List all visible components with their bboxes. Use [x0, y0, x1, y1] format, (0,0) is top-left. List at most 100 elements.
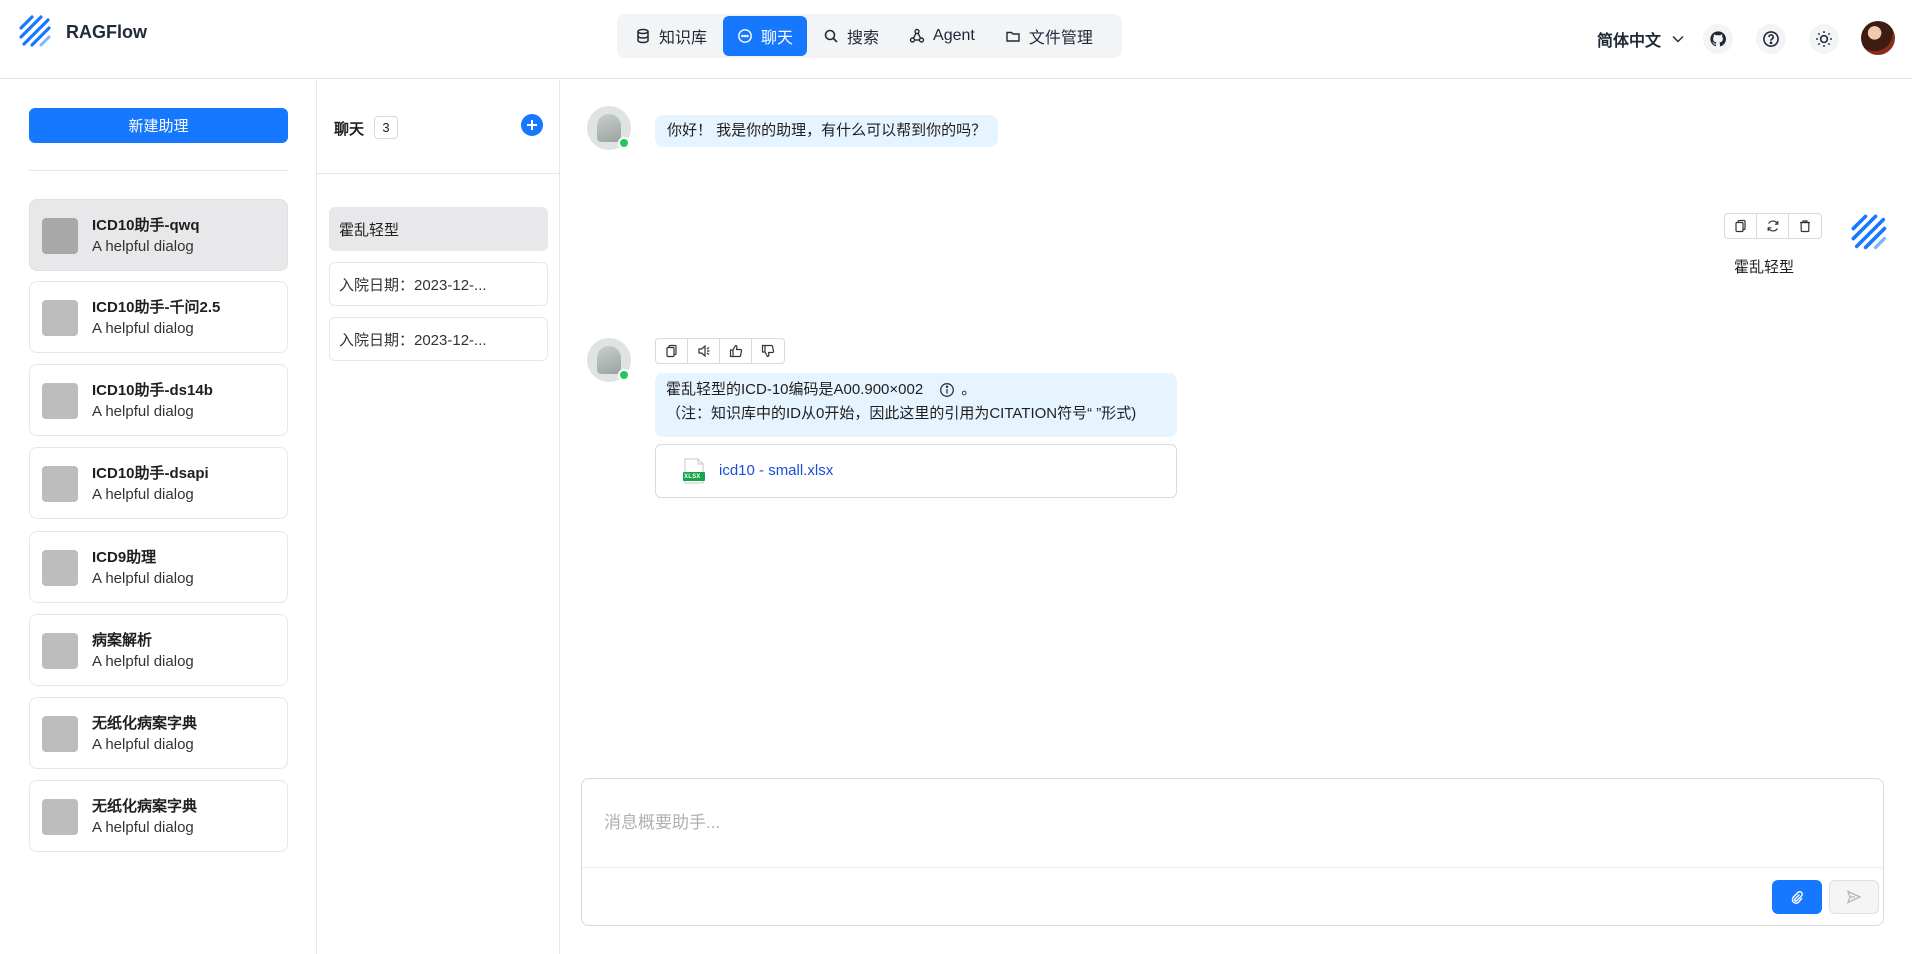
divider	[317, 173, 560, 174]
assistant-card[interactable]: ICD10助手-qwq A helpful dialog	[29, 199, 288, 271]
assistant-name: 无纸化病案字典	[92, 798, 198, 815]
nav-knowledge-base[interactable]: 知识库	[621, 16, 721, 56]
assistant-avatar	[42, 300, 78, 336]
assistant-name: ICD10助手-qwq	[92, 217, 200, 234]
assistant-desc: A helpful dialog	[92, 736, 194, 753]
user-avatar[interactable]	[1861, 21, 1895, 55]
conversation-item[interactable]: 入院日期：2023-12-...	[329, 317, 548, 361]
assistant-avatar	[42, 383, 78, 419]
github-icon	[1710, 31, 1726, 47]
reference-file-name[interactable]: icd10 - small.xlsx	[719, 462, 833, 479]
language-select[interactable]: 简体中文	[1597, 27, 1685, 51]
nav-label: 文件管理	[1028, 30, 1093, 47]
divider	[582, 867, 1883, 868]
message-actions	[1724, 213, 1822, 239]
add-conversation-button[interactable]	[521, 114, 543, 136]
answer-text: 霍乱轻型的ICD-10编码是A00.900×002	[666, 381, 924, 398]
assistant-message-bubble: 你好！ 我是你的助理，有什么可以帮到你的吗？	[655, 115, 999, 147]
chat-area: 你好！ 我是你的助理，有什么可以帮到你的吗？ 霍乱轻型 霍乱轻型的ICD-10编…	[561, 80, 1912, 954]
new-assistant-button[interactable]: 新建助理	[29, 108, 288, 143]
read-aloud-button[interactable]	[688, 339, 720, 363]
assistant-name: ICD9助理	[92, 549, 157, 566]
online-status-dot	[618, 369, 630, 381]
delete-button[interactable]	[1789, 214, 1821, 238]
answer-suffix: 。	[961, 381, 977, 398]
nav-chat[interactable]: 聊天	[723, 16, 808, 56]
file-type-label: XLSX	[684, 474, 701, 480]
nav-file-management[interactable]: 文件管理	[991, 16, 1107, 56]
nav-label: 知识库	[659, 30, 708, 47]
send-button[interactable]	[1829, 880, 1879, 914]
assistant-card[interactable]: 无纸化病案字典 A helpful dialog	[29, 780, 288, 852]
assistant-avatar	[42, 716, 78, 752]
conversation-item[interactable]: 入院日期：2023-12-...	[329, 262, 548, 306]
conversation-list-panel: 聊天 3 霍乱轻型 入院日期：2023-12-... 入院日期：2023-12-…	[317, 80, 560, 954]
excel-file-icon	[683, 458, 705, 484]
chat-bubble-icon	[738, 29, 752, 43]
nav-search[interactable]: 搜索	[809, 16, 893, 56]
user-logo-icon	[1851, 214, 1887, 250]
theme-toggle-button[interactable]	[1809, 24, 1839, 54]
info-citation-icon[interactable]	[939, 382, 955, 398]
help-button[interactable]	[1756, 24, 1786, 54]
conversation-count-badge: 3	[374, 116, 398, 139]
assistant-avatar	[42, 218, 78, 254]
top-header: RAGFlow 知识库 聊天 搜索 Agent 文件管理 简体中文	[0, 0, 1912, 79]
thumbs-down-icon	[761, 344, 775, 358]
brand-name: RAGFlow	[66, 22, 147, 42]
conversation-panel-title: 聊天	[334, 121, 365, 138]
reference-file-card[interactable]: XLSX icd10 - small.xlsx	[655, 444, 1177, 498]
trash-icon	[1800, 220, 1810, 233]
ragflow-logo-icon	[19, 15, 51, 47]
sun-icon	[1816, 31, 1832, 47]
answer-line-1: 霍乱轻型的ICD-10编码是A00.900×002 。	[666, 378, 1166, 402]
assistant-desc: A helpful dialog	[92, 403, 194, 420]
assistant-desc: A helpful dialog	[92, 486, 194, 503]
assistant-card[interactable]: 病案解析 A helpful dialog	[29, 614, 288, 686]
assistant-card[interactable]: ICD10助手-dsapi A helpful dialog	[29, 447, 288, 519]
paperclip-icon	[1791, 891, 1803, 904]
assistant-name: ICD10助手-ds14b	[92, 382, 213, 399]
plus-icon	[527, 120, 537, 130]
assistant-card[interactable]: ICD10助手-ds14b A helpful dialog	[29, 364, 288, 436]
user-message-text: 霍乱轻型	[1734, 259, 1795, 276]
agent-graph-icon	[909, 28, 925, 43]
main-nav: 知识库 聊天 搜索 Agent 文件管理	[617, 14, 1122, 58]
like-button[interactable]	[720, 339, 752, 363]
answer-note: （注：知识库中的ID从0开始，因此这里的引用为CITATION符号“ ”形式)	[666, 405, 1137, 422]
message-text: 你好！ 我是你的助理，有什么可以帮到你的吗？	[667, 122, 987, 139]
chevron-down-icon	[1672, 36, 1684, 43]
assistant-desc: A helpful dialog	[92, 320, 194, 337]
assistant-name: 无纸化病案字典	[92, 715, 198, 732]
copy-icon	[665, 344, 677, 358]
message-input[interactable]	[582, 779, 1883, 867]
assistant-sidebar: 新建助理 ICD10助手-qwq A helpful dialog ICD10助…	[0, 80, 317, 954]
assistant-desc: A helpful dialog	[92, 819, 194, 836]
assistant-avatar	[42, 799, 78, 835]
online-status-dot	[618, 137, 630, 149]
assistant-desc: A helpful dialog	[92, 653, 194, 670]
folder-icon	[1006, 31, 1020, 42]
conversation-item[interactable]: 霍乱轻型	[329, 207, 548, 251]
search-icon	[824, 29, 838, 43]
regenerate-button[interactable]	[1757, 214, 1789, 238]
dislike-button[interactable]	[752, 339, 784, 363]
assistant-desc: A helpful dialog	[92, 570, 194, 587]
divider	[29, 170, 288, 171]
message-composer	[581, 778, 1884, 926]
database-icon	[637, 28, 649, 44]
assistant-name: 病案解析	[92, 632, 153, 649]
copy-button[interactable]	[656, 339, 688, 363]
assistant-card[interactable]: 无纸化病案字典 A helpful dialog	[29, 697, 288, 769]
assistant-avatar	[42, 466, 78, 502]
copy-button[interactable]	[1725, 214, 1757, 238]
nav-agent[interactable]: Agent	[895, 16, 989, 56]
assistant-avatar	[42, 633, 78, 669]
attach-file-button[interactable]	[1772, 880, 1822, 914]
refresh-icon	[1767, 220, 1778, 232]
assistant-card[interactable]: ICD9助理 A helpful dialog	[29, 531, 288, 603]
github-button[interactable]	[1703, 24, 1733, 54]
assistant-name: ICD10助手-dsapi	[92, 465, 209, 482]
assistant-card[interactable]: ICD10助手-千问2.5 A helpful dialog	[29, 281, 288, 353]
nav-label: Agent	[933, 27, 975, 44]
